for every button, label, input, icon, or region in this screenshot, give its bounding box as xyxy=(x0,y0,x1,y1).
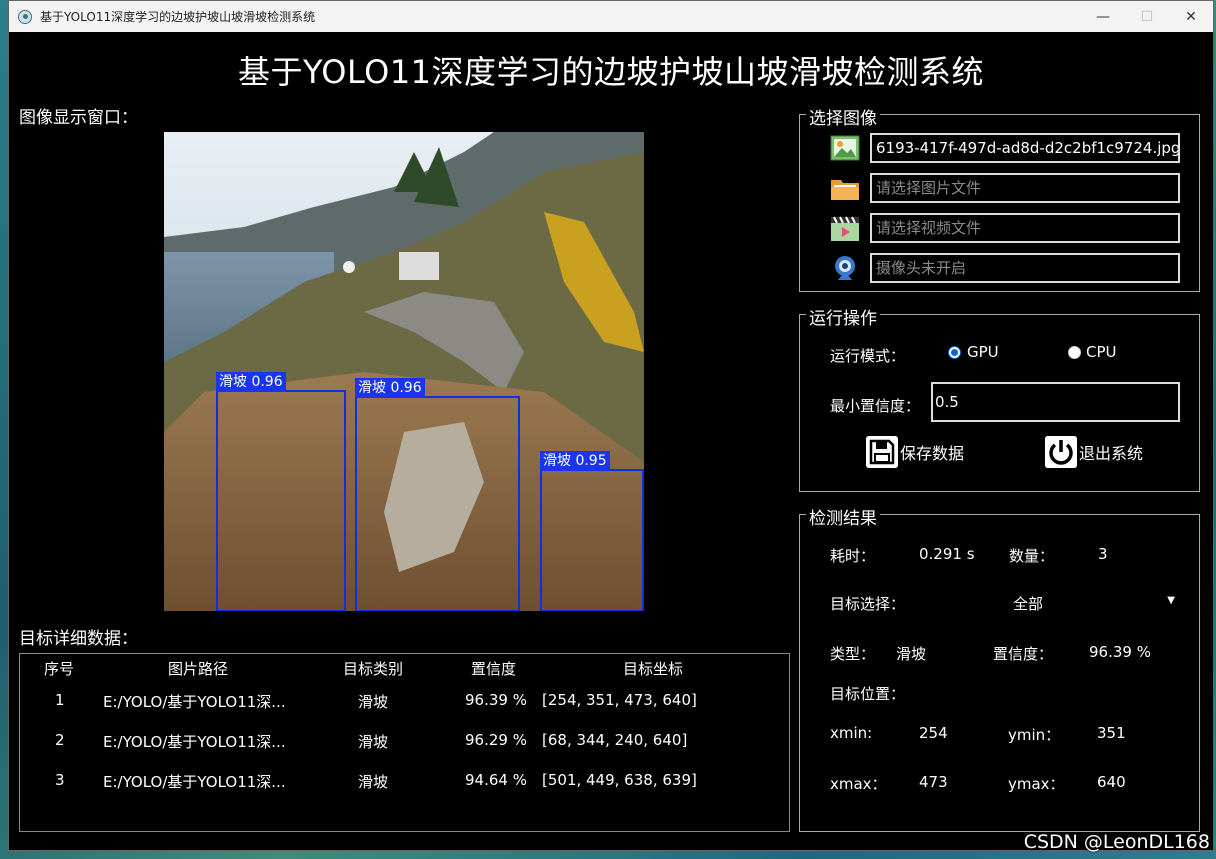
app-icon xyxy=(18,9,32,24)
cell-class: 滑坡 xyxy=(358,733,389,751)
target-select-value: 全部 xyxy=(1013,595,1044,613)
type-label: 类型： xyxy=(830,645,876,663)
results-table[interactable]: 序号 图片路径 目标类别 置信度 目标坐标 1 E:/YOLO/基于YOLO11… xyxy=(19,653,790,832)
minimize-button[interactable]: — xyxy=(1081,1,1125,32)
count-value: 3 xyxy=(1098,545,1108,563)
column-header-path: 图片路径 xyxy=(168,660,229,678)
target-select-label: 目标选择： xyxy=(830,595,906,613)
cell-index: 2 xyxy=(55,731,65,749)
min-confidence-input[interactable]: 0.5 xyxy=(931,382,1180,422)
column-header-class: 目标类别 xyxy=(343,660,404,678)
cell-index: 1 xyxy=(55,691,65,709)
table-header: 序号 图片路径 目标类别 置信度 目标坐标 xyxy=(20,658,789,684)
camera-row: 摄像头未开启 xyxy=(830,253,1180,283)
ymin-label: ymin： xyxy=(1008,726,1061,744)
xmin-label: xmin: xyxy=(830,724,873,742)
run-ops-group: 运行操作 运行模式： GPU CPU 最小置信度： 0.5 保存数据 退出系统 xyxy=(799,304,1200,492)
watermark: CSDN @LeonDL168 xyxy=(1023,831,1210,853)
image-file-row: 6193-417f-497d-ad8d-d2c2bf1c9724.jpg xyxy=(830,133,1180,163)
cell-path: E:/YOLO/基于YOLO11深... xyxy=(103,773,286,791)
window-controls: — ☐ ✕ xyxy=(1081,1,1213,32)
folder-icon[interactable] xyxy=(830,173,860,203)
gpu-label[interactable]: GPU xyxy=(967,343,999,361)
confidence-label: 置信度： xyxy=(993,645,1054,663)
cell-confidence: 94.64 % xyxy=(465,771,527,789)
ymax-label: ymax： xyxy=(1008,775,1065,793)
results-group: 检测结果 耗时： 0.291 s 数量： 3 目标选择： 全部 ▼ 类型： 滑坡… xyxy=(799,504,1200,832)
save-icon xyxy=(866,436,898,468)
detection-image: 滑坡 0.96 滑坡 0.96 滑坡 0.95 xyxy=(164,132,644,611)
xmax-value: 473 xyxy=(919,773,948,791)
camera-field[interactable]: 摄像头未开启 xyxy=(870,253,1180,283)
exit-system-button[interactable]: 退出系统 xyxy=(1045,436,1143,468)
detection-label: 滑坡 0.95 xyxy=(540,451,610,471)
confidence-value: 96.39 % xyxy=(1089,643,1151,661)
exit-system-label: 退出系统 xyxy=(1079,444,1144,463)
title-bar: 基于YOLO11深度学习的边坡护坡山坡滑坡检测系统 — ☐ ✕ xyxy=(9,1,1213,32)
image-file-field[interactable]: 6193-417f-497d-ad8d-d2c2bf1c9724.jpg xyxy=(870,133,1180,163)
page-title: 基于YOLO11深度学习的边坡护坡山坡滑坡检测系统 xyxy=(237,53,985,91)
cell-class: 滑坡 xyxy=(358,693,389,711)
cell-confidence: 96.29 % xyxy=(465,731,527,749)
cpu-radio[interactable] xyxy=(1068,346,1081,359)
cell-confidence: 96.39 % xyxy=(465,691,527,709)
window-title: 基于YOLO11深度学习的边坡护坡山坡滑坡检测系统 xyxy=(40,10,316,24)
time-label: 耗时： xyxy=(830,547,876,565)
table-row[interactable]: 1 E:/YOLO/基于YOLO11深... 滑坡 96.39 % [254, … xyxy=(20,691,789,731)
video-field[interactable]: 请选择视频文件 xyxy=(870,213,1180,243)
detection-box: 滑坡 0.96 xyxy=(216,372,346,611)
run-ops-title: 运行操作 xyxy=(806,304,880,329)
close-button[interactable]: ✕ xyxy=(1169,1,1213,32)
cell-path: E:/YOLO/基于YOLO11深... xyxy=(103,733,286,751)
cell-coords: [501, 449, 638, 639] xyxy=(542,771,697,789)
detection-label: 滑坡 0.96 xyxy=(355,378,425,398)
video-row: 请选择视频文件 xyxy=(830,213,1180,243)
save-data-label: 保存数据 xyxy=(900,444,965,463)
folder-row: 请选择图片文件 xyxy=(830,173,1180,203)
detection-box: 滑坡 0.95 xyxy=(540,451,644,611)
table-row[interactable]: 2 E:/YOLO/基于YOLO11深... 滑坡 96.29 % [68, 3… xyxy=(20,731,789,771)
table-label: 目标详细数据： xyxy=(19,629,138,649)
image-panel-label: 图像显示窗口： xyxy=(19,108,138,128)
power-icon xyxy=(1045,436,1077,468)
cell-index: 3 xyxy=(55,771,65,789)
image-icon[interactable] xyxy=(830,133,860,163)
cell-coords: [68, 344, 240, 640] xyxy=(542,731,688,749)
select-image-title: 选择图像 xyxy=(806,104,880,129)
video-icon[interactable] xyxy=(830,213,860,243)
xmin-value: 254 xyxy=(919,724,948,742)
gpu-radio[interactable] xyxy=(948,346,961,359)
table-row[interactable]: 3 E:/YOLO/基于YOLO11深... 滑坡 94.64 % [501, … xyxy=(20,771,789,811)
camera-icon[interactable] xyxy=(830,253,860,283)
folder-field[interactable]: 请选择图片文件 xyxy=(870,173,1180,203)
position-label: 目标位置： xyxy=(830,685,906,703)
count-label: 数量： xyxy=(1009,547,1055,565)
column-header-index: 序号 xyxy=(44,660,75,678)
cell-coords: [254, 351, 473, 640] xyxy=(542,691,697,709)
app-window: 基于YOLO11深度学习的边坡护坡山坡滑坡检测系统 — ☐ ✕ 基于YOLO11… xyxy=(8,0,1214,851)
column-header-confidence: 置信度 xyxy=(471,660,517,678)
chevron-down-icon: ▼ xyxy=(1167,595,1175,606)
min-confidence-label: 最小置信度： xyxy=(830,397,921,415)
detection-box: 滑坡 0.96 xyxy=(355,378,520,611)
maximize-button[interactable]: ☐ xyxy=(1125,1,1169,32)
type-value: 滑坡 xyxy=(896,645,927,663)
run-mode-label: 运行模式： xyxy=(830,347,906,365)
select-image-group: 选择图像 6193-417f-497d-ad8d-d2c2bf1c9724.jp… xyxy=(799,104,1200,292)
time-value: 0.291 s xyxy=(919,545,975,563)
cell-class: 滑坡 xyxy=(358,773,389,791)
xmax-label: xmax： xyxy=(830,775,887,793)
detection-label: 滑坡 0.96 xyxy=(216,372,286,392)
results-title: 检测结果 xyxy=(806,504,880,529)
save-data-button[interactable]: 保存数据 xyxy=(866,436,964,468)
ymax-value: 640 xyxy=(1097,773,1126,791)
cpu-label[interactable]: CPU xyxy=(1086,343,1117,361)
cell-path: E:/YOLO/基于YOLO11深... xyxy=(103,693,286,711)
column-header-coords: 目标坐标 xyxy=(623,660,684,678)
ymin-value: 351 xyxy=(1097,724,1126,742)
target-select-dropdown[interactable]: 全部 ▼ xyxy=(1005,591,1175,615)
